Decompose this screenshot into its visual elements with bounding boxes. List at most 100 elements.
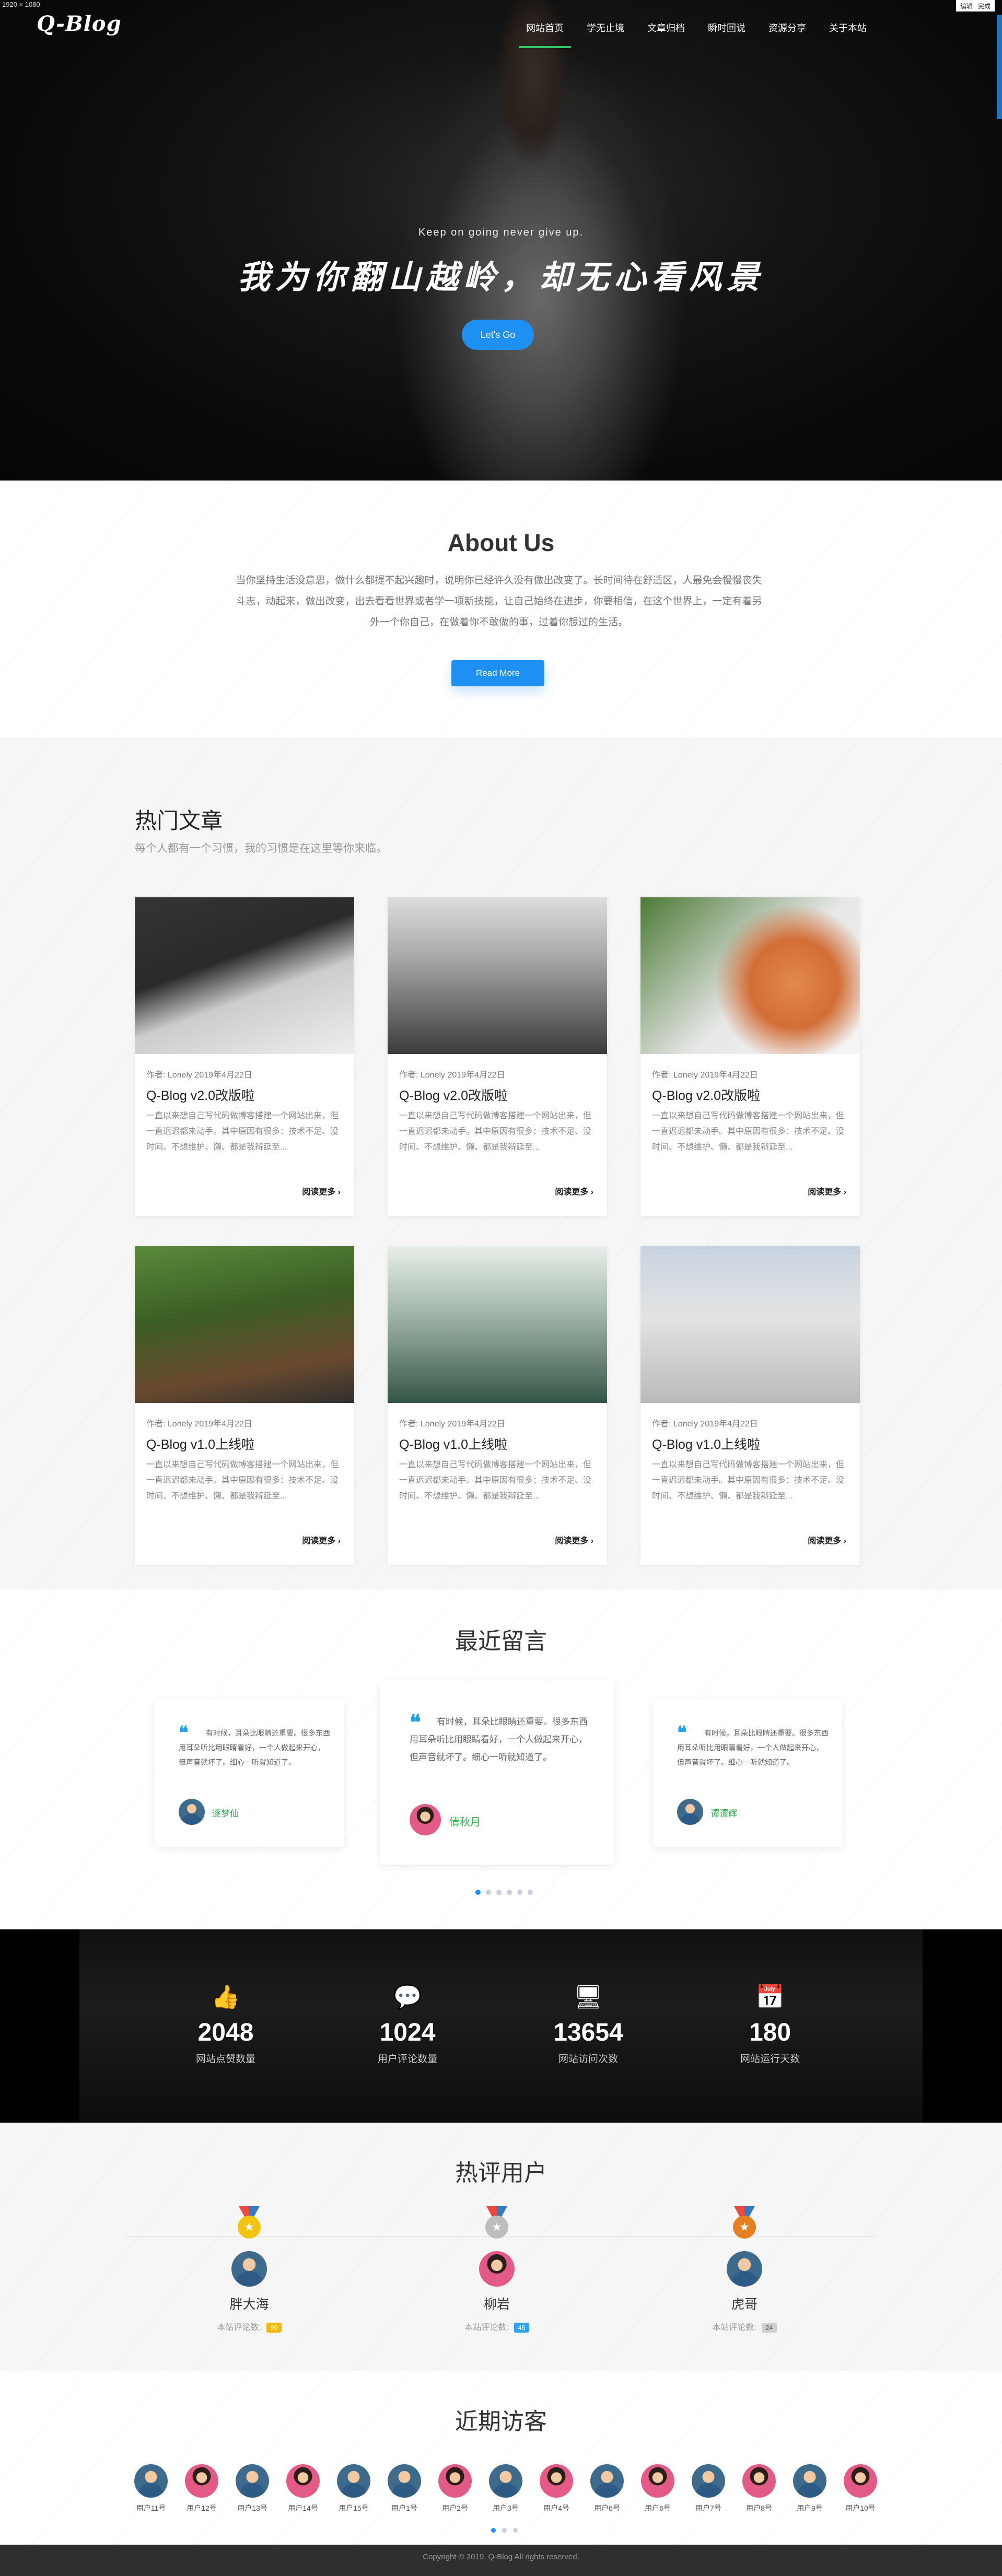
avatar[interactable] [742,2464,776,2498]
article-thumbnail[interactable] [388,897,607,1054]
nav-item-resources[interactable]: 资源分享 [757,21,818,48]
article-read-more-link[interactable]: 阅读更多 › [555,1533,593,1546]
hot-user-card[interactable]: ★ 虎哥 本站评论数: 24 [679,2206,810,2333]
pagination-dot[interactable] [528,1890,533,1895]
visitor-item[interactable]: 用户1号 [386,2464,423,2513]
hot-user-name[interactable]: 胖大海 [184,2294,314,2313]
pagination-dot[interactable] [486,1890,491,1895]
hot-user-card[interactable]: ★ 柳岩 本站评论数: 46 [432,2206,562,2333]
article-card[interactable]: 作者: Lonely 2019年4月22日 Q-Blog v1.0上线啦 一直以… [135,1246,354,1565]
nav-item-home[interactable]: 网站首页 [515,21,575,48]
avatar[interactable] [388,2464,421,2498]
nav-item-moments[interactable]: 瞬时回说 [696,21,757,48]
article-thumbnail[interactable] [388,1246,607,1403]
stat-label: 网站访问次数 [558,2054,618,2065]
avatar[interactable] [185,2464,218,2498]
visitor-item[interactable]: 用户12号 [183,2464,220,2513]
lets-go-button[interactable]: Let's Go [462,320,534,350]
stat-label: 网站点赞数量 [195,2054,255,2065]
pagination-dot[interactable] [491,2528,496,2533]
visitor-item[interactable]: 用户6号 [639,2464,676,2513]
pagination-dot[interactable] [513,2528,518,2533]
count-label: 本站评论数: [464,2323,509,2332]
comment-card[interactable]: ❝ 有时候，耳朵比眼睛还重要。很多东西用耳朵听比用眼睛看好，一个人做起来开心，但… [155,1700,344,1847]
avatar[interactable] [479,2251,515,2287]
comment-card[interactable]: ❝ 有时候，耳朵比眼睛还重要。很多东西用耳朵听比用眼睛看好，一个人做起来开心，但… [380,1681,614,1865]
hero-tagline: Keep on going never give up. [418,227,584,238]
article-card[interactable]: 作者: Lonely 2019年4月22日 Q-Blog v2.0改版啦 一直以… [388,897,607,1216]
article-card[interactable]: 作者: Lonely 2019年4月22日 Q-Blog v1.0上线啦 一直以… [388,1246,607,1565]
read-more-button[interactable]: Read More [451,660,544,686]
avatar[interactable] [692,2464,725,2498]
article-read-more-link[interactable]: 阅读更多 › [555,1185,593,1197]
article-thumbnail[interactable] [640,897,860,1054]
avatar[interactable] [489,2464,522,2498]
avatar[interactable] [236,2464,269,2498]
article-title[interactable]: Q-Blog v1.0上线啦 [146,1434,254,1453]
article-read-more-link[interactable]: 阅读更多 › [808,1533,846,1546]
visitor-item[interactable]: 用户10号 [842,2464,879,2513]
avatar[interactable] [727,2251,762,2287]
visitor-item[interactable]: 用户6号 [589,2464,625,2513]
article-title[interactable]: Q-Blog v2.0改版啦 [399,1085,507,1104]
article-card[interactable]: 作者: Lonely 2019年4月22日 Q-Blog v1.0上线啦 一直以… [640,1246,860,1565]
pagination-dot[interactable] [496,1890,502,1895]
nav-item-archive[interactable]: 文章归档 [636,21,696,48]
visitor-item[interactable]: 用户9号 [791,2464,828,2513]
article-read-more-link[interactable]: 阅读更多 › [302,1185,341,1197]
avatar[interactable] [793,2464,826,2498]
avatar[interactable] [590,2464,624,2498]
pagination-dot[interactable] [475,1890,481,1895]
article-card[interactable]: 作者: Lonely 2019年4月22日 Q-Blog v2.0改版啦 一直以… [135,897,354,1216]
article-title[interactable]: Q-Blog v2.0改版啦 [146,1085,254,1104]
article-title[interactable]: Q-Blog v1.0上线啦 [399,1434,507,1453]
hot-articles-subtitle: 每个人都有一个习惯，我的习惯是在这里等你来临。 [135,842,387,854]
visitor-item[interactable]: 用户3号 [487,2464,524,2513]
visitor-item[interactable]: 用户7号 [690,2464,727,2513]
avatar[interactable] [438,2464,472,2498]
visitor-item[interactable]: 用户14号 [285,2464,321,2513]
avatar[interactable] [337,2464,370,2498]
visitor-item[interactable]: 用户4号 [538,2464,575,2513]
scrollbar-thumb[interactable] [997,15,1002,119]
done-button[interactable]: 完成 [978,2,991,10]
article-meta: 作者: Lonely 2019年4月22日 [146,1420,252,1428]
pagination-dot[interactable] [507,1890,512,1895]
hot-user-card[interactable]: ★ 胖大海 本站评论数: 99 [184,2206,314,2333]
article-thumbnail[interactable] [640,1246,860,1403]
pagination-dot[interactable] [517,1890,522,1895]
edit-button[interactable]: 编辑 [960,2,973,10]
avatar[interactable] [844,2464,877,2498]
article-thumbnail[interactable] [135,897,354,1054]
visitor-item[interactable]: 用户15号 [335,2464,372,2513]
article-card[interactable]: 作者: Lonely 2019年4月22日 Q-Blog v2.0改版啦 一直以… [640,897,860,1216]
avatar[interactable] [540,2464,573,2498]
site-logo[interactable]: Q-Blog [37,11,122,36]
comment-author[interactable]: 谭谭辉 [710,1806,737,1819]
article-title[interactable]: Q-Blog v1.0上线啦 [652,1434,760,1453]
thumb-up-icon: 👍 [211,1984,240,2010]
hot-user-name[interactable]: 虎哥 [679,2294,810,2313]
visitor-item[interactable]: 用户11号 [133,2464,169,2513]
visitor-item[interactable]: 用户8号 [741,2464,777,2513]
avatar[interactable] [286,2464,320,2498]
hot-user-name[interactable]: 柳岩 [432,2294,562,2313]
article-read-more-link[interactable]: 阅读更多 › [808,1185,846,1197]
comment-author[interactable]: 逐梦仙 [212,1806,239,1819]
nav-item-learning[interactable]: 学无止境 [575,21,636,48]
article-thumbnail[interactable] [135,1246,354,1403]
comment-author[interactable]: 倩秋月 [449,1813,481,1829]
avatar[interactable] [134,2464,168,2498]
visitor-item[interactable]: 用户13号 [234,2464,271,2513]
visitor-name: 用户13号 [237,2504,267,2512]
screen-size-label: 1920 × 1080 [2,1,40,8]
avatar[interactable] [231,2251,267,2287]
visitor-item[interactable]: 用户2号 [437,2464,473,2513]
avatar[interactable] [641,2464,674,2498]
comment-card[interactable]: ❝ 有时候，耳朵比眼睛还重要。很多东西用耳朵听比用眼睛看好，一个人做起来开心，但… [653,1700,842,1847]
pagination-dot[interactable] [502,2528,507,2533]
nav-item-about[interactable]: 关于本站 [818,21,878,48]
article-read-more-link[interactable]: 阅读更多 › [302,1533,341,1546]
calendar-icon: 📅 [755,1984,785,2010]
article-title[interactable]: Q-Blog v2.0改版啦 [652,1085,760,1104]
